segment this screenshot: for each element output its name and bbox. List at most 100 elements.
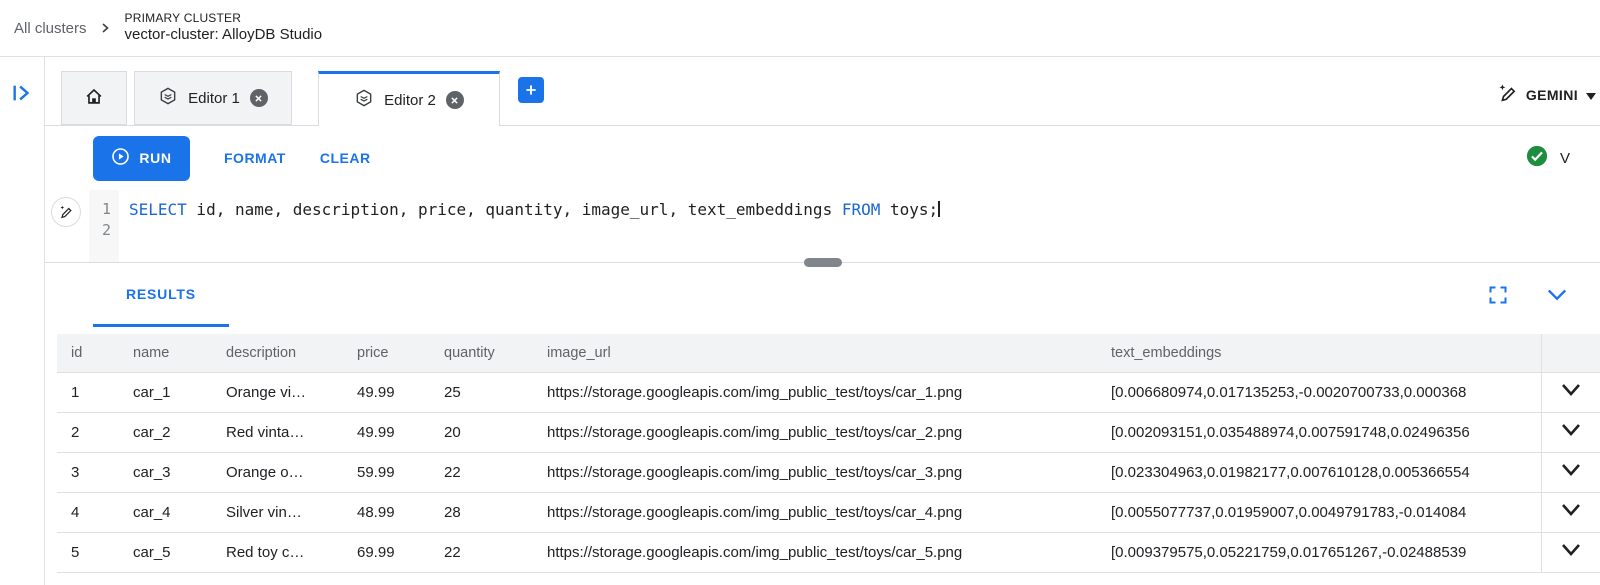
gemini-pen-spark-icon [1496, 82, 1518, 107]
page-title: vector-cluster: AlloyDB Studio [125, 26, 323, 45]
cell-image_url: https://storage.googleapis.com/img_publi… [533, 452, 1097, 492]
cell-description: Orange o… [212, 452, 343, 492]
cell-image_url: https://storage.googleapis.com/img_publi… [533, 412, 1097, 452]
cell-description: Red vinta… [212, 412, 343, 452]
column-header-name: name [119, 334, 212, 372]
cell-name: car_1 [119, 372, 212, 412]
close-icon[interactable] [250, 89, 268, 107]
cell-text_embeddings: [0.006680974,0.017135253,-0.0020700733,0… [1097, 372, 1541, 412]
alloydb-editor-icon [354, 88, 374, 112]
query-status: V [1526, 145, 1570, 172]
tab-home[interactable] [61, 71, 127, 125]
tab-editor-2[interactable]: Editor 2 [318, 71, 500, 126]
table-row: 3car_3Orange o…59.9922https://storage.go… [57, 452, 1600, 492]
cell-image_url: https://storage.googleapis.com/img_publi… [533, 372, 1097, 412]
main-content: Editor 1 Editor 2 [44, 57, 1600, 585]
results-table-wrap: id name description price quantity image… [57, 334, 1600, 585]
results-panel: RESULTS [45, 262, 1600, 585]
cell-description: Silver vin… [212, 492, 343, 532]
valid-check-icon [1526, 145, 1548, 172]
sql-line-2 [129, 220, 1600, 241]
sql-editor-pane: 1 2 SELECT id, name, description, price,… [45, 190, 1600, 262]
table-row: 2car_2Red vinta…49.9920https://storage.g… [57, 412, 1600, 452]
gemini-button[interactable]: GEMINI [1496, 82, 1596, 107]
tab-results[interactable]: RESULTS [93, 263, 229, 327]
row-expand-chevron-icon[interactable] [1541, 492, 1600, 532]
cell-quantity: 22 [430, 452, 533, 492]
text-cursor [938, 201, 940, 217]
cell-description: Red toy c… [212, 532, 343, 572]
run-button[interactable]: RUN [93, 136, 190, 181]
column-header-description: description [212, 334, 343, 372]
line-number: 2 [89, 220, 111, 241]
column-header-text-embeddings: text_embeddings [1097, 334, 1541, 372]
cell-image_url: https://storage.googleapis.com/img_publi… [533, 492, 1097, 532]
cell-id: 2 [57, 412, 119, 452]
editor-tabbar: Editor 1 Editor 2 [45, 57, 1600, 126]
clear-button[interactable]: CLEAR [320, 150, 371, 166]
cell-id: 1 [57, 372, 119, 412]
cell-quantity: 28 [430, 492, 533, 532]
cluster-type-label: PRIMARY CLUSTER [125, 11, 323, 26]
cell-price: 59.99 [343, 452, 430, 492]
breadcrumb-chevron-icon [99, 22, 111, 34]
cell-image_url: https://storage.googleapis.com/img_publi… [533, 532, 1097, 572]
line-number: 1 [89, 199, 111, 220]
cell-text_embeddings: [0.009379575,0.05221759,0.017651267,-0.0… [1097, 532, 1541, 572]
row-expand-chevron-icon[interactable] [1541, 452, 1600, 492]
cell-price: 48.99 [343, 492, 430, 532]
cell-quantity: 22 [430, 532, 533, 572]
editor-assist-area [45, 190, 89, 262]
cell-price: 49.99 [343, 372, 430, 412]
cell-id: 3 [57, 452, 119, 492]
breadcrumb-all-clusters[interactable]: All clusters [14, 20, 87, 37]
tab-editor-1[interactable]: Editor 1 [134, 71, 292, 125]
cell-description: Orange vi… [212, 372, 343, 412]
table-header-row: id name description price quantity image… [57, 334, 1600, 372]
add-tab-icon[interactable] [518, 77, 544, 103]
row-expand-chevron-icon[interactable] [1541, 372, 1600, 412]
tab-label: Editor 2 [384, 92, 436, 109]
run-play-icon [111, 147, 130, 169]
column-header-expand [1541, 334, 1600, 372]
format-button[interactable]: FORMAT [224, 150, 286, 166]
fullscreen-icon[interactable] [1488, 285, 1508, 305]
sql-line-1: SELECT id, name, description, price, qua… [129, 199, 1600, 220]
cell-price: 69.99 [343, 532, 430, 572]
cell-price: 49.99 [343, 412, 430, 452]
tab-label: Editor 1 [188, 90, 240, 107]
cell-quantity: 25 [430, 372, 533, 412]
table-row: 1car_1Orange vi…49.9925https://storage.g… [57, 372, 1600, 412]
row-expand-chevron-icon[interactable] [1541, 412, 1600, 452]
results-table: id name description price quantity image… [57, 334, 1600, 573]
home-icon [83, 85, 105, 111]
cell-quantity: 20 [430, 412, 533, 452]
cell-name: car_2 [119, 412, 212, 452]
table-row: 4car_4Silver vin…48.9928https://storage.… [57, 492, 1600, 532]
line-number-gutter: 1 2 [89, 190, 119, 262]
gemini-caret-icon [1586, 87, 1596, 103]
close-icon[interactable] [446, 91, 464, 109]
sql-editor[interactable]: SELECT id, name, description, price, qua… [119, 190, 1600, 262]
column-header-price: price [343, 334, 430, 372]
query-toolbar: RUN FORMAT CLEAR V [45, 126, 1600, 190]
column-header-id: id [57, 334, 119, 372]
column-header-quantity: quantity [430, 334, 533, 372]
cell-name: car_4 [119, 492, 212, 532]
cell-text_embeddings: [0.002093151,0.035488974,0.007591748,0.0… [1097, 412, 1541, 452]
cell-text_embeddings: [0.0055077737,0.01959007,0.0049791783,-0… [1097, 492, 1541, 532]
status-text: V [1560, 150, 1570, 167]
cell-name: car_5 [119, 532, 212, 572]
cell-name: car_3 [119, 452, 212, 492]
results-actions [1488, 263, 1568, 327]
app-header: All clusters PRIMARY CLUSTER vector-clus… [0, 0, 1600, 57]
row-expand-chevron-icon[interactable] [1541, 532, 1600, 572]
panel-open-icon[interactable] [10, 82, 34, 109]
collapse-chevron-icon[interactable] [1546, 288, 1568, 302]
table-row: 5car_5Red toy c…69.9922https://storage.g… [57, 532, 1600, 572]
drag-handle[interactable] [804, 258, 842, 267]
gemini-label: GEMINI [1526, 87, 1578, 103]
editor-assist-pen-icon[interactable] [51, 197, 81, 227]
column-header-image-url: image_url [533, 334, 1097, 372]
cell-id: 4 [57, 492, 119, 532]
